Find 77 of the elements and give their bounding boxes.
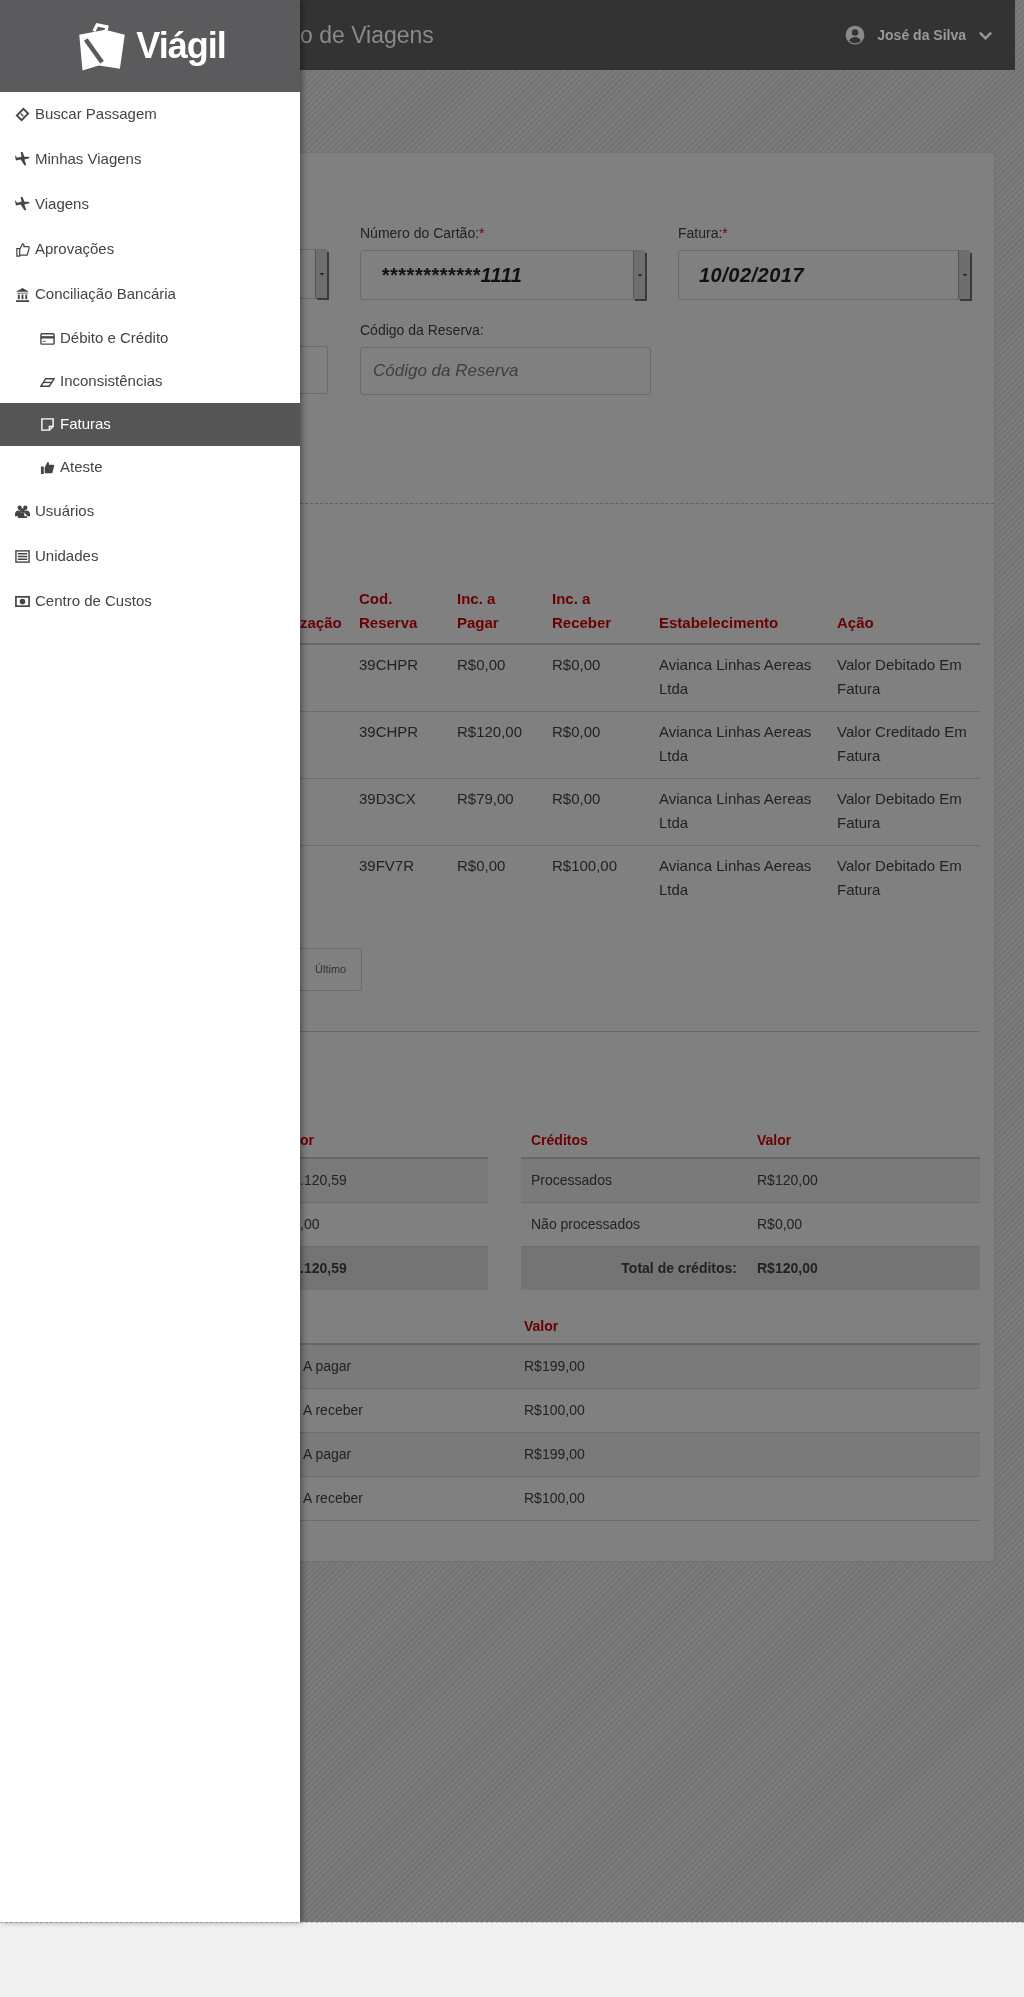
table-cell: R$120,00 [457,711,552,779]
table-cell: Valor Debitado Em Fatura [837,644,980,712]
select-field[interactable]: ************1111 [360,250,646,300]
table-cell: Valor Creditado Em Fatura [837,711,980,779]
user-name[interactable]: José da Silva [877,24,966,46]
table-cell: Avianca Linhas Aereas Ltda [659,845,837,912]
menu-item[interactable]: Inconsistências [0,360,300,403]
menu-item[interactable]: Centro de Custos [0,579,300,624]
table-cell: R$199,00 [514,1343,980,1388]
table-cell: R$0,00 [457,644,552,712]
field-label: Número do Cartão:* [360,224,486,243]
caret-icon [961,272,968,278]
table-cell: A pagar [300,1432,514,1476]
column-header: Valor [514,1309,980,1344]
ticket-icon [15,107,30,122]
bank-icon [15,287,30,302]
column-header: Inc. a Receber [552,587,659,644]
table-cell: Valor Debitado Em Fatura [837,845,980,912]
menu-item[interactable]: Faturas [0,403,300,446]
credit-card-icon [40,331,55,346]
select-field[interactable]: 10/02/2017 [678,250,971,300]
table-cell: R$100,00 [552,845,659,912]
table-cell: Avianca Linhas Aereas Ltda [659,711,837,779]
list-icon [15,549,30,564]
column-header: Cod. Reserva [359,587,457,644]
table-cell: Processados [521,1157,747,1202]
field-label: Código da Reserva: [360,321,485,340]
table-cell: A pagar [300,1343,514,1388]
table-cell: 39CHPR [359,711,457,779]
menu-item[interactable]: Viagens [0,182,300,227]
column-header: Estabelecimento [659,587,837,644]
table-cell: .120,59 [300,1246,488,1290]
table-cell: .120,59 [300,1157,488,1202]
users-icon [15,504,30,519]
table-cell: R$0,00 [552,644,659,712]
caret-icon [318,271,325,277]
menu-item[interactable]: Unidades [0,534,300,579]
table-cell: Total de créditos: [521,1246,747,1290]
table-cell: R$0,00 [552,711,659,779]
table-cell: 39FV7R [359,845,457,912]
menu-item[interactable]: Usuários [0,489,300,534]
logo-text: Viágil [136,24,226,68]
table-cell: Avianca Linhas Aereas Ltda [659,644,837,712]
menu-item[interactable]: Débito e Crédito [0,317,300,360]
menu-item[interactable]: Aprovações [0,227,300,272]
menu-item[interactable]: Buscar Passagem [0,92,300,137]
plane-icon [15,152,30,167]
column-header: Valor [747,1123,980,1158]
field-label: Fatura:* [678,224,729,243]
column-header: Créditos [521,1123,747,1158]
select-field[interactable] [300,249,328,299]
page-title: o de Viagens [300,20,434,50]
column-header: Ação [837,587,980,644]
table-cell: 39CHPR [359,644,457,712]
table-cell: R$100,00 [514,1476,980,1520]
table-cell: R$120,00 [747,1157,980,1202]
table-cell: R$0,00 [552,778,659,846]
menu-item[interactable]: Minhas Viagens [0,137,300,182]
caret-icon [636,272,643,278]
menu-item[interactable]: Ateste [0,446,300,489]
table-cell: R$199,00 [514,1432,980,1476]
thumbs-up-icon [15,242,30,257]
user-icon [845,25,866,45]
input-field[interactable]: Código da Reserva [360,347,651,395]
column-header: Inc. a Pagar [457,587,552,644]
table-cell: Valor Debitado Em Fatura [837,778,980,846]
menu-item[interactable]: Conciliação Bancária [0,272,300,317]
note-icon [40,417,55,432]
table-cell: Avianca Linhas Aereas Ltda [659,778,837,846]
table-cell: R$120,00 [747,1246,980,1290]
thumbs-up-icon [40,460,55,475]
table-cell: R$0,00 [457,845,552,912]
table-cell: R$79,00 [457,778,552,846]
table-cell: 39D3CX [359,778,457,846]
banknote-icon [15,594,30,609]
input-field[interactable] [300,346,328,394]
plane-icon [15,197,30,212]
